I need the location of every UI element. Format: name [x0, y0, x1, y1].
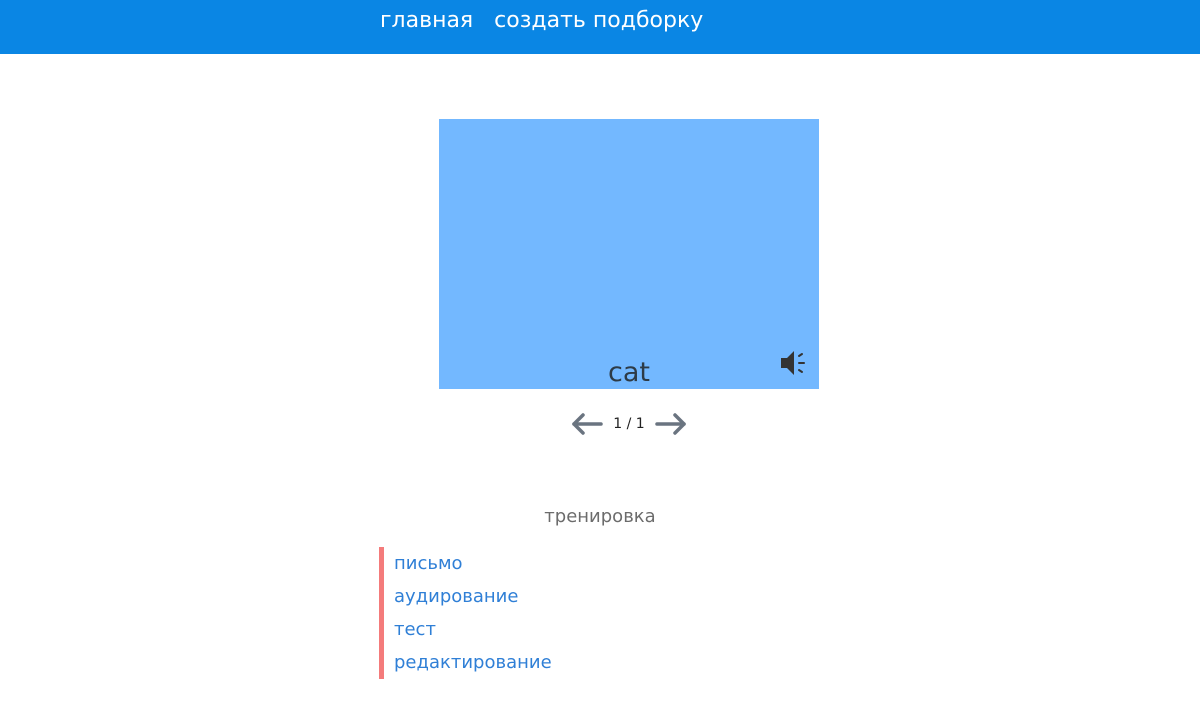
speaker-volume-icon[interactable]	[779, 349, 809, 377]
page-counter: 1 / 1	[613, 416, 645, 432]
main-nav: главная создать подборку	[380, 6, 703, 36]
flashcard[interactable]: cat	[439, 119, 819, 389]
training-heading: тренировка	[544, 506, 656, 527]
training-link-writing[interactable]: письмо	[394, 547, 679, 580]
nav-home-link[interactable]: главная	[380, 6, 473, 36]
training-link-editing[interactable]: редактирование	[394, 646, 679, 679]
flashcard-word: cat	[608, 357, 650, 388]
training-link-listening[interactable]: аудирование	[394, 580, 679, 613]
training-link-test[interactable]: тест	[394, 613, 679, 646]
training-list: письмо аудирование тест редактирование	[379, 547, 679, 679]
top-navbar: главная создать подборку	[0, 0, 1200, 54]
nav-create-collection-link[interactable]: создать подборку	[494, 6, 703, 36]
arrow-left-icon[interactable]	[570, 411, 604, 437]
arrow-right-icon[interactable]	[654, 411, 688, 437]
card-pager: 1 / 1	[570, 410, 688, 438]
